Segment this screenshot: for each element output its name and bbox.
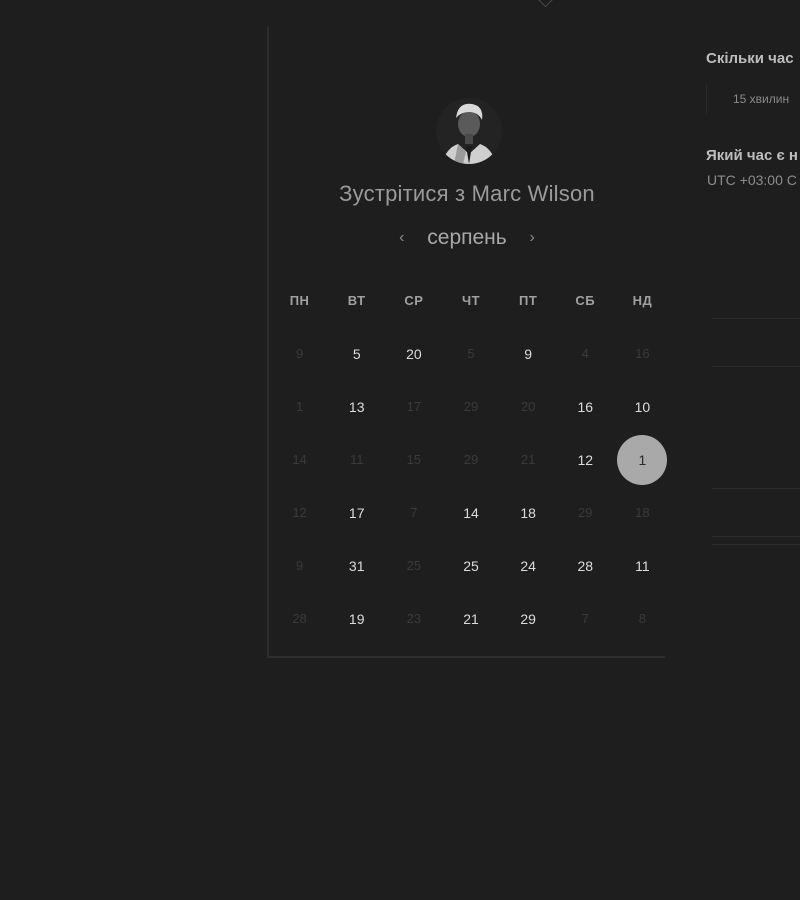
calendar-day-unavailable: 5 — [467, 346, 475, 361]
weekday-label: СБ — [575, 293, 596, 308]
duration-option-button[interactable]: 15 хвилин — [706, 84, 796, 114]
calendar-day-unavailable: 1 — [295, 399, 304, 414]
calendar-day-unavailable: 29 — [578, 505, 593, 520]
calendar-day-available[interactable]: 11 — [614, 558, 671, 574]
calendar-day-unavailable: 29 — [463, 399, 479, 414]
calendar-day-unavailable: 4 — [581, 346, 589, 361]
weekday-label: ВТ — [347, 293, 366, 308]
calendar-day-unavailable: 14 — [292, 452, 307, 467]
calendar-day-unavailable: 18 — [635, 505, 650, 520]
calendar-day-unavailable: 28 — [292, 611, 307, 626]
calendar-day-available[interactable]: 10 — [614, 399, 671, 415]
calendar-day-label: 1 — [638, 451, 647, 468]
calendar-day-available[interactable]: 24 — [500, 558, 557, 574]
calendar-day-available[interactable]: 5 — [328, 346, 385, 362]
divider — [712, 536, 800, 537]
calendar-day-available[interactable]: 16 — [557, 399, 614, 415]
next-month-button[interactable]: › — [521, 229, 543, 247]
calendar-day-unavailable: 15 — [406, 452, 422, 467]
calendar-day-unavailable: 16 — [635, 346, 650, 361]
calendar-day-available[interactable]: 9 — [500, 346, 557, 362]
calendar-week-row: 28 19 23 21 29 7 8 — [271, 592, 671, 645]
calendar-grid: ПН ВТ СР ЧТ ПТ СБ НД 9 5 20 5 9 4 16 1 13 17 29 20 1… — [271, 274, 671, 645]
divider — [712, 366, 800, 367]
divider — [712, 488, 800, 489]
weekday-label: НД — [632, 293, 653, 308]
calendar-week-row: 1 13 17 29 20 16 10 — [271, 380, 671, 433]
calendar-day-available[interactable]: 21 — [442, 611, 499, 627]
calendar-day-unavailable: 23 — [406, 611, 422, 626]
calendar-day-available[interactable]: 28 — [557, 558, 614, 574]
weekday-label: ПТ — [518, 293, 538, 308]
month-label: серпень — [427, 226, 507, 249]
calendar-day-available[interactable]: 19 — [328, 611, 385, 627]
calendar-day-available[interactable]: 20 — [385, 346, 442, 362]
calendar-day-unavailable: 12 — [292, 505, 307, 520]
calendar-day-unavailable: 11 — [349, 452, 364, 467]
calendar-day-unavailable: 9 — [295, 346, 304, 361]
booking-calendar-card: Зустрітися з Marc Wilson ‹ серпень › ПН … — [267, 26, 668, 658]
calendar-day-available[interactable]: 25 — [442, 558, 499, 574]
timezone-question: Який час є н — [706, 147, 798, 164]
calendar-week-row: 9 31 25 25 24 28 11 — [271, 539, 671, 592]
calendar-day-unavailable: 25 — [406, 558, 422, 573]
prev-month-button[interactable]: ‹ — [391, 229, 413, 247]
calendar-day-unavailable: 29 — [463, 452, 479, 467]
timezone-select[interactable]: UTC +03:00 C — [707, 172, 797, 188]
weekday-label: ЧТ — [461, 293, 481, 308]
calendar-week-row: 12 17 7 14 18 29 18 — [271, 486, 671, 539]
calendar-day-unavailable: 21 — [520, 452, 536, 467]
page-title: Зустрітися з Marc Wilson — [339, 181, 595, 206]
calendar-day-available[interactable]: 12 — [557, 452, 614, 468]
weekday-header: ПН ВТ СР ЧТ ПТ СБ НД — [271, 274, 671, 327]
calendar-day-unavailable: 9 — [295, 558, 304, 573]
calendar-day-available[interactable]: 14 — [442, 505, 499, 521]
calendar-day-available[interactable]: 18 — [500, 505, 557, 521]
divider — [712, 318, 800, 319]
calendar-day-available[interactable]: 29 — [500, 611, 557, 627]
divider — [712, 544, 800, 545]
weekday-label: ПН — [289, 293, 310, 308]
calendar-day-unavailable: 20 — [520, 399, 536, 414]
calendar-day-selected[interactable]: 1 — [614, 434, 671, 485]
month-navigation: ‹ серпень › — [269, 226, 665, 256]
calendar-day-available[interactable]: 31 — [328, 558, 385, 574]
calendar-day-unavailable: 7 — [581, 611, 589, 626]
calendar-week-row: 9 5 20 5 9 4 16 — [271, 327, 671, 380]
top-chevron-icon — [537, 0, 554, 8]
calendar-day-available[interactable]: 17 — [328, 505, 385, 521]
booking-options-panel: Скільки час 15 хвилин Який час є н UTC +… — [706, 0, 800, 900]
calendar-week-row: 14 11 15 29 21 12 1 — [271, 433, 671, 486]
calendar-day-unavailable: 8 — [638, 611, 647, 626]
calendar-day-unavailable: 7 — [410, 505, 418, 520]
host-avatar — [436, 98, 502, 164]
calendar-day-available[interactable]: 13 — [328, 399, 385, 415]
weekday-label: СР — [404, 293, 424, 308]
calendar-day-unavailable: 17 — [406, 399, 422, 414]
duration-question: Скільки час — [706, 50, 794, 67]
